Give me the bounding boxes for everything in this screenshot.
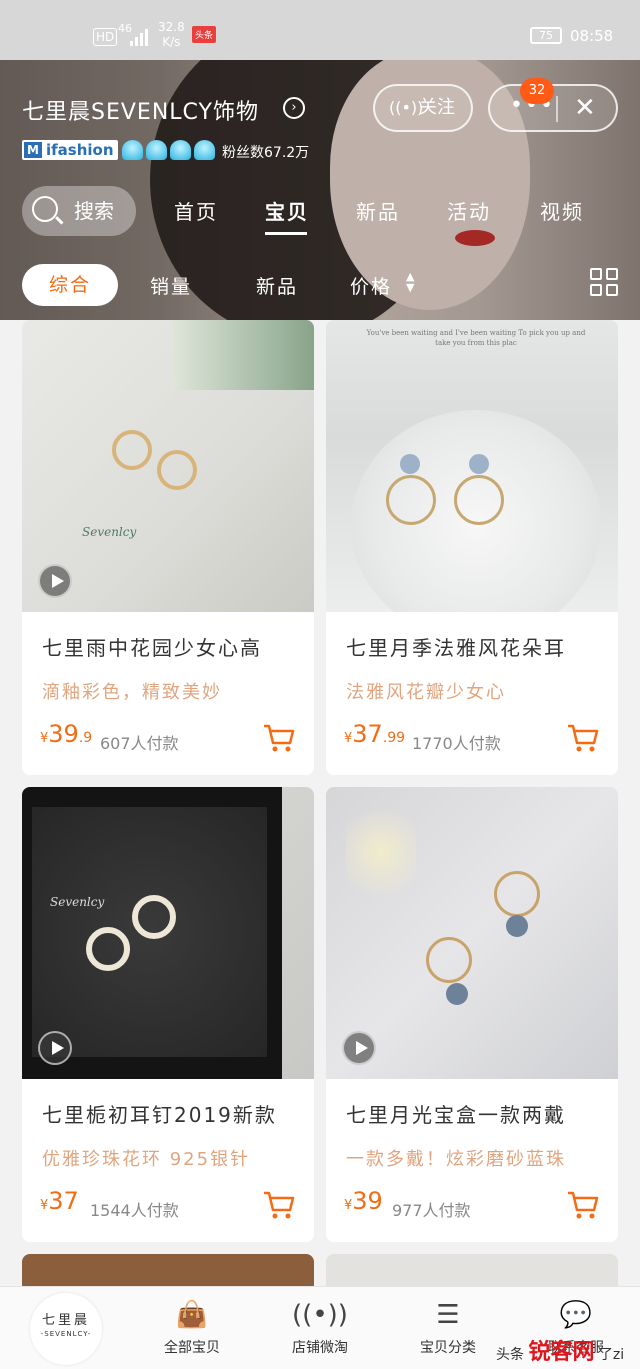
product-price: ¥37 (40, 1187, 79, 1215)
price-integer: 39 (48, 720, 79, 748)
product-image[interactable]: Sevenlcy (22, 320, 314, 612)
cart-icon[interactable] (566, 1189, 600, 1221)
sales-count: 1544人付款 (90, 1201, 179, 1220)
sales-count: 977人付款 (392, 1201, 471, 1220)
nav-all-products[interactable]: 👜 全部宝贝 (142, 1297, 242, 1357)
product-title[interactable]: 七里雨中花园少女心高 (42, 632, 302, 661)
crown-icon (170, 140, 191, 160)
nav-categories[interactable]: ☰ 宝贝分类 (398, 1297, 498, 1357)
shop-logo-name: 七里晨 (41, 1313, 90, 1328)
product-image[interactable]: Sevenlcy (22, 787, 314, 1079)
tab-products[interactable]: 宝贝 (265, 196, 309, 235)
product-card[interactable]: 七里月光宝盒一款两戴 一款多戴！炫彩磨砂蓝珠 ¥39 977人付款 (326, 787, 618, 1242)
tab-video[interactable]: 视频 (540, 196, 584, 225)
speed-unit: K/s (162, 35, 181, 49)
broadcast-icon: ((•)) (292, 1300, 348, 1330)
status-bar: HD 46 32.8 K/s 头条 75 08:58 (0, 0, 640, 60)
watermark-suffix: 了zi (598, 1347, 625, 1363)
search-label: 搜索 (74, 199, 114, 223)
sort-new[interactable]: 新品 (256, 272, 298, 299)
product-image[interactable] (326, 787, 618, 1079)
crown-icon (122, 140, 143, 160)
signal-icon (130, 26, 152, 46)
capsule-divider (556, 96, 558, 122)
play-icon[interactable] (342, 1031, 376, 1065)
nav-label: 全部宝贝 (164, 1340, 220, 1356)
battery-icon: 75 (530, 27, 562, 44)
play-icon[interactable] (38, 564, 72, 598)
broadcast-icon: ((•)) (389, 98, 424, 117)
image-caption: Sevenlcy (50, 895, 105, 909)
tab-new[interactable]: 新品 (356, 196, 400, 225)
shop-logo[interactable]: 七里晨 -SEVENLCY- (30, 1293, 102, 1365)
chevron-right-icon[interactable]: › (283, 97, 305, 119)
cart-icon[interactable] (262, 722, 296, 754)
tab-activities[interactable]: 活动 (447, 196, 491, 225)
product-card[interactable]: You've been waiting and I've been waitin… (326, 320, 618, 775)
fans-count: 粉丝数67.2万 (222, 145, 310, 161)
image-caption: Sevenlcy (82, 525, 137, 539)
play-icon[interactable] (38, 1031, 72, 1065)
ifashion-logo-icon: M (24, 142, 42, 158)
product-title[interactable]: 七里月光宝盒一款两戴 (346, 1099, 606, 1128)
product-subtitle: 一款多戴！炫彩磨砂蓝珠 (346, 1149, 566, 1170)
sort-bar: 综合 销量 新品 价格 (0, 260, 640, 310)
sales-count: 607人付款 (100, 734, 179, 753)
product-card[interactable]: Sevenlcy 七里栀初耳钉2019新款 优雅珍珠花环 925银针 ¥37 1… (22, 787, 314, 1242)
price-decimal: .9 (78, 730, 93, 746)
crown-icon (194, 140, 215, 160)
product-subtitle: 优雅珍珠花环 925银针 (42, 1149, 251, 1170)
product-title[interactable]: 七里月季法雅风花朵耳 (346, 632, 606, 661)
shop-logo-sub: -SEVENLCY- (40, 1330, 92, 1338)
sort-price[interactable]: 价格 (350, 272, 392, 299)
price-decimal: .99 (382, 730, 406, 746)
image-caption: You've been waiting and I've been waitin… (366, 329, 586, 347)
hd-indicator: HD (93, 28, 118, 46)
sort-comprehensive[interactable]: 综合 (22, 264, 118, 306)
cart-icon[interactable] (262, 1189, 296, 1221)
sales-count: 1770人付款 (412, 734, 501, 753)
shop-rating-crowns (122, 140, 215, 160)
watermark: 头条 锐客网 了zi (496, 1334, 624, 1366)
notification-badge: 32 (520, 78, 554, 104)
product-subtitle: 滴釉彩色，精致美妙 (42, 682, 222, 703)
follow-label: 关注 (419, 97, 455, 118)
network-speed: 32.8 K/s (158, 20, 185, 50)
close-icon[interactable]: ✕ (574, 86, 596, 130)
ifashion-badge: M ifashion (22, 140, 118, 160)
price-integer: 37 (352, 720, 383, 748)
price-integer: 37 (48, 1187, 79, 1215)
ifashion-label: ifashion (46, 141, 114, 159)
cart-icon[interactable] (566, 722, 600, 754)
sort-arrows-icon[interactable]: ▲ ▼ (406, 271, 414, 293)
watermark-brand: 锐客网 (528, 1340, 595, 1365)
shopping-bag-icon: 👜 (175, 1300, 209, 1330)
product-price: ¥37.99 (344, 720, 405, 748)
search-button[interactable]: 搜索 (22, 186, 136, 236)
product-card[interactable]: Sevenlcy 七里雨中花园少女心高 滴釉彩色，精致美妙 ¥39.9 607人… (22, 320, 314, 775)
search-icon (32, 196, 58, 222)
grid-view-icon[interactable] (590, 268, 620, 298)
chat-icon: 💬 (559, 1300, 593, 1330)
product-title[interactable]: 七里栀初耳钉2019新款 (42, 1099, 302, 1128)
clock: 08:58 (570, 27, 614, 45)
list-icon: ☰ (436, 1300, 460, 1330)
product-image[interactable]: You've been waiting and I've been waitin… (326, 320, 618, 612)
product-subtitle: 法雅风花瓣少女心 (346, 682, 506, 703)
product-price: ¥39 (344, 1187, 383, 1215)
crown-icon (146, 140, 167, 160)
nav-label: 宝贝分类 (420, 1340, 476, 1356)
shop-name[interactable]: 七里晨SEVENLCY饰物 (22, 94, 259, 126)
news-app-icon: 头条 (192, 26, 217, 43)
nav-shop-weitao[interactable]: ((•)) 店铺微淘 (270, 1297, 370, 1357)
product-price: ¥39.9 (40, 720, 92, 748)
sort-sales[interactable]: 销量 (150, 272, 192, 299)
follow-button[interactable]: ((•)) 关注 (373, 84, 473, 132)
watermark-prefix: 头条 (496, 1347, 524, 1363)
price-integer: 39 (352, 1187, 383, 1215)
tab-home[interactable]: 首页 (174, 196, 218, 225)
speed-value: 32.8 (158, 20, 185, 34)
nav-label: 店铺微淘 (292, 1340, 348, 1356)
